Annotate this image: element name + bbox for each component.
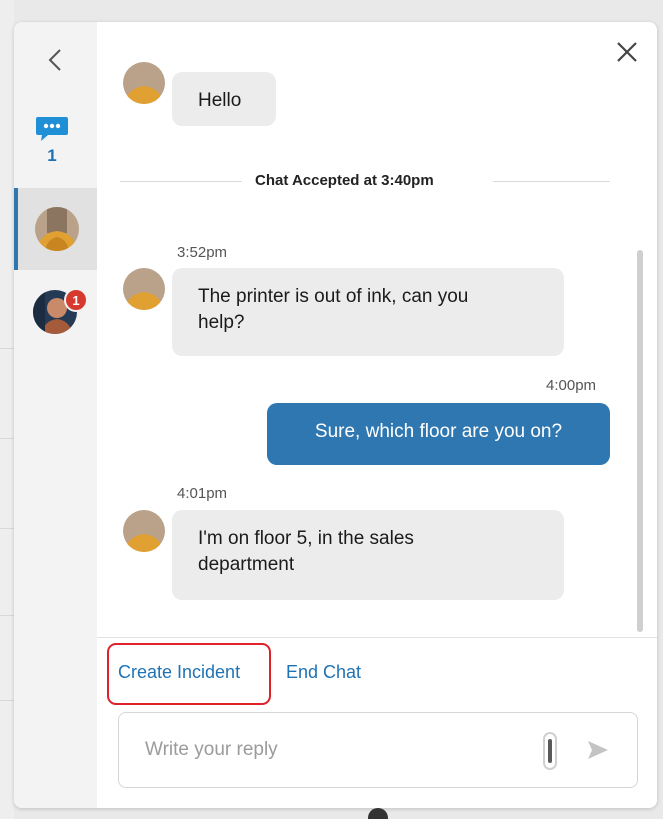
conversation-rail: 1 1: [14, 22, 97, 808]
attachment-icon: [543, 732, 557, 770]
conversation-item-active[interactable]: [14, 188, 97, 270]
divider: [97, 637, 657, 638]
message-text: Sure, which floor are you on?: [314, 421, 563, 442]
end-chat-link[interactable]: End Chat: [286, 662, 361, 683]
message-timestamp: 3:52pm: [177, 244, 228, 261]
send-button[interactable]: [583, 735, 613, 765]
message-bubble-incoming: The printer is out of ink, can you help?: [172, 268, 564, 356]
customer-avatar: [123, 510, 165, 552]
divider: [0, 438, 14, 439]
message-bubble-incoming: I'm on floor 5, in the sales department: [172, 510, 564, 600]
message-list: Hello Chat Accepted at 3:40pm 3:52pm The…: [97, 22, 657, 637]
customer-avatar: [123, 268, 165, 310]
message-timestamp: 4:01pm: [177, 485, 228, 502]
attachment-button[interactable]: [541, 731, 559, 771]
message-text-line: I'm on floor 5, in the sales: [198, 528, 414, 549]
divider: [493, 181, 610, 182]
divider: [0, 348, 14, 349]
message-timestamp: 4:00pm: [546, 377, 597, 394]
message-text: Hello: [198, 90, 242, 111]
background-element: [368, 808, 388, 819]
unread-badge: 1: [64, 288, 88, 312]
send-icon: [588, 741, 608, 759]
divider: [0, 700, 14, 701]
back-button[interactable]: [44, 46, 66, 74]
message-text-line: The printer is out of ink, can you: [198, 286, 469, 307]
customer-avatar: [35, 207, 79, 251]
background-page-strip: [0, 0, 14, 819]
message-bubble-incoming: Hello: [172, 72, 276, 126]
chat-panel: 1 1 Hello Chat Accepted at 3:40pm 3:52pm…: [14, 22, 657, 808]
conversation-item[interactable]: 1: [14, 270, 97, 352]
unread-chats-count: 1: [47, 146, 57, 165]
chat-bubble-icon: [36, 117, 68, 141]
message-text-line: help?: [198, 312, 245, 333]
divider: [0, 528, 14, 529]
create-incident-link[interactable]: Create Incident: [118, 662, 240, 683]
scrollbar[interactable]: [637, 250, 643, 632]
customer-avatar: [123, 62, 165, 104]
message-bubble-outgoing: Sure, which floor are you on?: [267, 403, 610, 465]
divider: [0, 615, 14, 616]
chevron-left-icon: [48, 49, 61, 71]
divider: [120, 181, 242, 182]
message-text-line: department: [198, 554, 295, 575]
chat-accepted-divider: Chat Accepted at 3:40pm: [255, 172, 434, 189]
reply-input[interactable]: [145, 735, 525, 765]
reply-box: [118, 712, 638, 788]
